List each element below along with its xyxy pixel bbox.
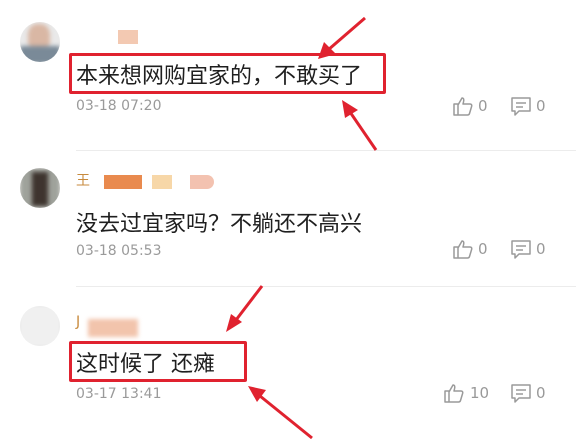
- reply-count: 0: [536, 384, 546, 402]
- comment-item: 本来想网购宜家的，不敢买了 03-18 07:20 0 0: [0, 0, 576, 151]
- reply-count: 0: [536, 240, 546, 258]
- username-redacted: [88, 319, 138, 337]
- annotation-arrow: [342, 100, 378, 151]
- comment-icon[interactable]: [510, 238, 532, 260]
- comment-icon[interactable]: [510, 382, 532, 404]
- username[interactable]: 王: [76, 170, 90, 190]
- thumbs-up-icon[interactable]: [452, 238, 474, 260]
- username[interactable]: J: [76, 314, 80, 330]
- comment-icon[interactable]: [510, 95, 532, 117]
- annotation-arrow: [248, 386, 313, 440]
- username-redacted: [152, 175, 172, 189]
- username-redacted: [190, 175, 214, 189]
- annotation-arrow: [226, 285, 264, 332]
- avatar[interactable]: [20, 168, 60, 208]
- like-count: 0: [478, 97, 488, 115]
- username-redacted: [118, 30, 138, 44]
- reply-count: 0: [536, 97, 546, 115]
- comment-time: 03-18 05:53: [76, 243, 162, 259]
- comment-item: 王 没去过宜家吗？不躺还不高兴 03-18 05:53 0 0: [0, 150, 576, 287]
- comment-item: J 这时候了 还瘫 03-17 13:41 10 0: [0, 285, 576, 445]
- comment-text: 这时候了 还瘫: [76, 352, 215, 377]
- avatar[interactable]: [20, 22, 60, 62]
- annotation-arrow: [318, 16, 366, 59]
- thumbs-up-icon[interactable]: [443, 382, 465, 404]
- like-count: 10: [470, 384, 490, 402]
- like-count: 0: [478, 240, 488, 258]
- comment-time: 03-17 13:41: [76, 386, 162, 402]
- username-redacted: [104, 175, 142, 189]
- thumbs-up-icon[interactable]: [452, 95, 474, 117]
- avatar[interactable]: [20, 306, 60, 346]
- comment-text: 没去过宜家吗？不躺还不高兴: [76, 212, 363, 237]
- comment-time: 03-18 07:20: [76, 98, 162, 114]
